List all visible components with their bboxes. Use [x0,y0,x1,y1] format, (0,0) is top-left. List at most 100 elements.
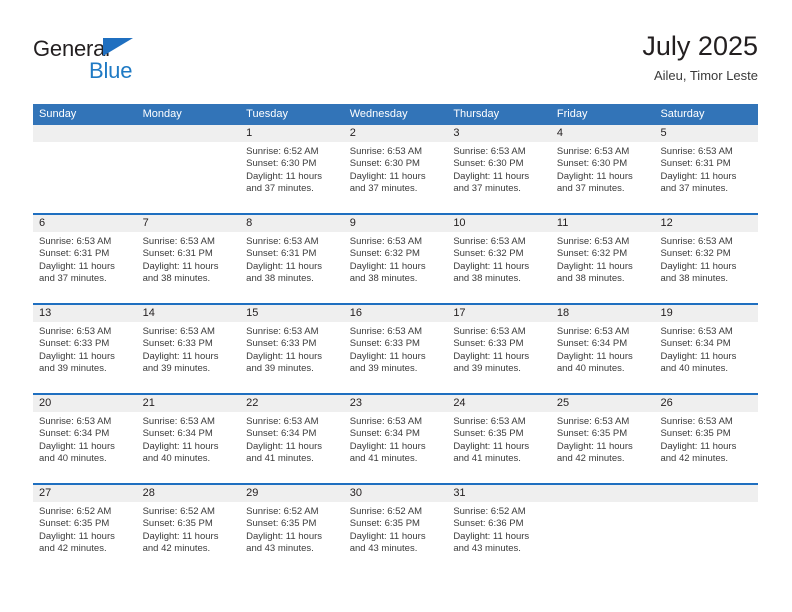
day-cell[interactable]: 9 Sunrise: 6:53 AM Sunset: 6:32 PM Daylight… [343,215,448,303]
day-details: Sunrise: 6:53 AM Sunset: 6:31 PM Daylight:… [137,232,241,286]
daylight-text-line2: and 40 minutes. [556,363,625,375]
day-cell[interactable]: 27 Sunrise: 6:52 AM Sunset: 6:35 PM Dayligh… [33,485,137,573]
weekday-sunday: Sunday [39,108,77,120]
day-cell[interactable]: 22 Sunrise: 6:53 AM Sunset: 6:34 PM Dayligh… [240,395,344,483]
sunset-text: Sunset: 6:35 PM [142,518,213,530]
day-number [136,125,241,142]
day-cell[interactable]: 28 Sunrise: 6:52 AM Sunset: 6:35 PM Dayligh… [136,485,241,573]
day-cell[interactable]: 7 Sunrise: 6:53 AM Sunset: 6:31 PM Daylight… [136,215,241,303]
day-details: Sunrise: 6:53 AM Sunset: 6:35 PM Daylight:… [654,412,758,466]
sunrise-text: Sunrise: 6:53 AM [453,146,526,157]
sunset-text: Sunset: 6:31 PM [142,248,213,260]
day-cell[interactable]: 17 Sunrise: 6:53 AM Sunset: 6:33 PM Dayligh… [447,305,551,393]
daylight-text-line1: Daylight: 11 hours [349,350,426,362]
day-cell[interactable]: 15 Sunrise: 6:53 AM Sunset: 6:33 PM Dayligh… [240,305,344,393]
day-number [550,485,655,502]
day-number: 28 [136,485,241,502]
week-cells: 1 Sunrise: 6:52 AM Sunset: 6:30 PM Daylight… [33,125,759,213]
day-number: 9 [343,215,448,232]
day-cell[interactable]: 12 Sunrise: 6:53 AM Sunset: 6:32 PM Dayligh… [654,215,759,303]
day-cell[interactable]: 2 Sunrise: 6:53 AM Sunset: 6:30 PM Daylight… [343,125,448,213]
day-cell[interactable]: 4 Sunrise: 6:53 AM Sunset: 6:30 PM Daylight… [550,125,655,213]
day-details: Sunrise: 6:53 AM Sunset: 6:31 PM Daylight:… [33,232,137,286]
daylight-text-line2: and 39 minutes. [453,363,521,375]
day-cell[interactable]: 25 Sunrise: 6:53 AM Sunset: 6:35 PM Dayligh… [550,395,655,483]
day-cell[interactable]: 14 Sunrise: 6:53 AM Sunset: 6:33 PM Dayligh… [136,305,241,393]
sunset-text: Sunset: 6:33 PM [39,338,110,350]
day-cell[interactable]: 29 Sunrise: 6:52 AM Sunset: 6:35 PM Dayligh… [240,485,344,573]
page-header: General Blue July 2025 Aileu, Timor Lest… [33,30,758,98]
day-cell[interactable]: 18 Sunrise: 6:53 AM Sunset: 6:34 PM Dayligh… [550,305,655,393]
sunset-text: Sunset: 6:31 PM [39,248,110,260]
sunset-text: Sunset: 6:30 PM [453,158,524,170]
triangle-logo-icon [103,38,133,56]
day-details: Sunrise: 6:53 AM Sunset: 6:32 PM Daylight:… [344,232,448,286]
sunrise-text: Sunrise: 6:53 AM [556,416,630,427]
day-cell[interactable]: 24 Sunrise: 6:53 AM Sunset: 6:35 PM Dayligh… [447,395,551,483]
page-subtitle: Aileu, Timor Leste [653,68,758,83]
sunrise-text: Sunrise: 6:52 AM [39,506,112,517]
sunrise-text: Sunrise: 6:53 AM [142,236,215,247]
daylight-text-line2: and 38 minutes. [142,273,211,285]
daylight-text-line2: and 42 minutes. [660,453,729,465]
day-details: Sunrise: 6:53 AM Sunset: 6:33 PM Daylight:… [344,322,448,376]
day-cell[interactable]: 30 Sunrise: 6:52 AM Sunset: 6:35 PM Dayligh… [343,485,448,573]
sunrise-text: Sunrise: 6:53 AM [39,416,112,427]
day-cell[interactable]: 5 Sunrise: 6:53 AM Sunset: 6:31 PM Daylight… [654,125,759,213]
sunrise-text: Sunrise: 6:53 AM [453,416,526,427]
day-cell[interactable]: 16 Sunrise: 6:53 AM Sunset: 6:33 PM Dayligh… [343,305,448,393]
day-cell[interactable]: 20 Sunrise: 6:53 AM Sunset: 6:34 PM Dayligh… [33,395,137,483]
day-details: Sunrise: 6:53 AM Sunset: 6:32 PM Daylight:… [447,232,551,286]
sunrise-text: Sunrise: 6:53 AM [660,236,733,247]
day-cell[interactable]: 19 Sunrise: 6:53 AM Sunset: 6:34 PM Dayligh… [654,305,759,393]
day-cell[interactable]: 1 Sunrise: 6:52 AM Sunset: 6:30 PM Daylight… [240,125,344,213]
day-number: 21 [136,395,241,412]
day-details: Sunrise: 6:53 AM Sunset: 6:34 PM Daylight:… [344,412,448,466]
sunset-text: Sunset: 6:30 PM [349,158,420,170]
day-cell[interactable]: 10 Sunrise: 6:53 AM Sunset: 6:32 PM Dayligh… [447,215,551,303]
day-cell[interactable]: 3 Sunrise: 6:53 AM Sunset: 6:30 PM Daylight… [447,125,551,213]
sunrise-text: Sunrise: 6:53 AM [660,416,733,427]
day-cell-empty [136,125,241,213]
day-number: 26 [654,395,759,412]
daylight-text-line1: Daylight: 11 hours [349,260,426,272]
daylight-text-line1: Daylight: 11 hours [349,530,426,542]
daylight-text-line2: and 38 minutes. [556,273,625,285]
day-details: Sunrise: 6:52 AM Sunset: 6:35 PM Daylight:… [137,502,241,556]
day-cell[interactable]: 21 Sunrise: 6:53 AM Sunset: 6:34 PM Dayligh… [136,395,241,483]
daylight-text-line1: Daylight: 11 hours [453,350,530,362]
day-number: 24 [447,395,551,412]
day-number: 4 [550,125,655,142]
day-cell[interactable]: 31 Sunrise: 6:52 AM Sunset: 6:36 PM Dayligh… [447,485,551,573]
day-cell[interactable]: 8 Sunrise: 6:53 AM Sunset: 6:31 PM Daylight… [240,215,344,303]
sunset-text: Sunset: 6:33 PM [142,338,213,350]
daylight-text-line1: Daylight: 11 hours [660,350,737,362]
daylight-text-line1: Daylight: 11 hours [556,170,633,182]
day-details: Sunrise: 6:53 AM Sunset: 6:34 PM Daylight:… [137,412,241,466]
day-details: Sunrise: 6:53 AM Sunset: 6:31 PM Daylight:… [240,232,344,286]
day-number: 19 [654,305,759,322]
sunset-text: Sunset: 6:35 PM [556,428,628,440]
daylight-text-line1: Daylight: 11 hours [556,260,633,272]
sunrise-text: Sunrise: 6:53 AM [349,416,423,427]
day-cell[interactable]: 13 Sunrise: 6:53 AM Sunset: 6:33 PM Dayligh… [33,305,137,393]
day-cell-empty [654,485,759,573]
day-number: 13 [33,305,137,322]
week-cells: 6 Sunrise: 6:53 AM Sunset: 6:31 PM Daylight… [33,215,759,303]
daylight-text-line2: and 43 minutes. [453,543,521,555]
day-details: Sunrise: 6:53 AM Sunset: 6:35 PM Daylight:… [447,412,551,466]
day-number: 2 [343,125,448,142]
day-cell[interactable]: 23 Sunrise: 6:53 AM Sunset: 6:34 PM Dayligh… [343,395,448,483]
day-number: 16 [343,305,448,322]
day-number: 22 [240,395,344,412]
calendar-week-row: 27 Sunrise: 6:52 AM Sunset: 6:35 PM Dayligh… [33,483,759,573]
general-blue-logo[interactable]: General Blue [33,36,183,88]
day-cell[interactable]: 26 Sunrise: 6:53 AM Sunset: 6:35 PM Dayligh… [654,395,759,483]
sunrise-text: Sunrise: 6:53 AM [246,416,319,427]
day-cell[interactable]: 11 Sunrise: 6:53 AM Sunset: 6:32 PM Dayligh… [550,215,655,303]
day-details: Sunrise: 6:52 AM Sunset: 6:35 PM Daylight:… [240,502,344,556]
day-cell[interactable]: 6 Sunrise: 6:53 AM Sunset: 6:31 PM Daylight… [33,215,137,303]
day-number: 29 [240,485,344,502]
day-number: 30 [343,485,448,502]
day-number: 31 [447,485,551,502]
